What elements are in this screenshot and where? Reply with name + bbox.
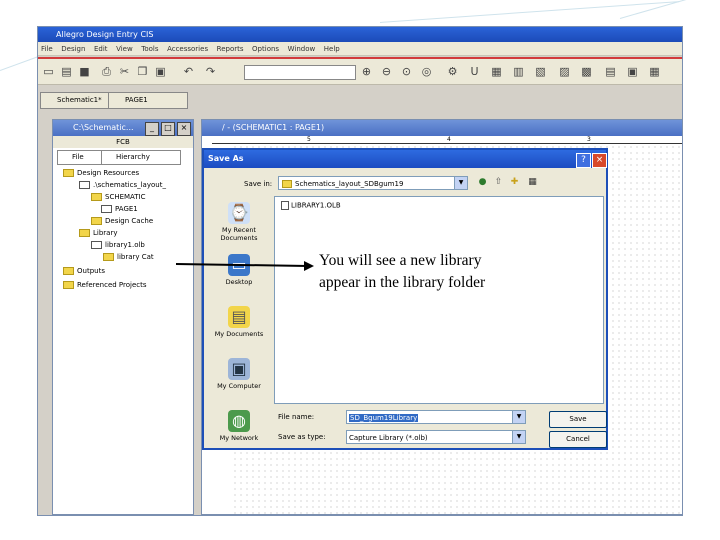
annotation-text: You will see a new library appear in the… [319,252,486,291]
arrow-line [175,263,309,267]
arrow-head [304,261,314,271]
